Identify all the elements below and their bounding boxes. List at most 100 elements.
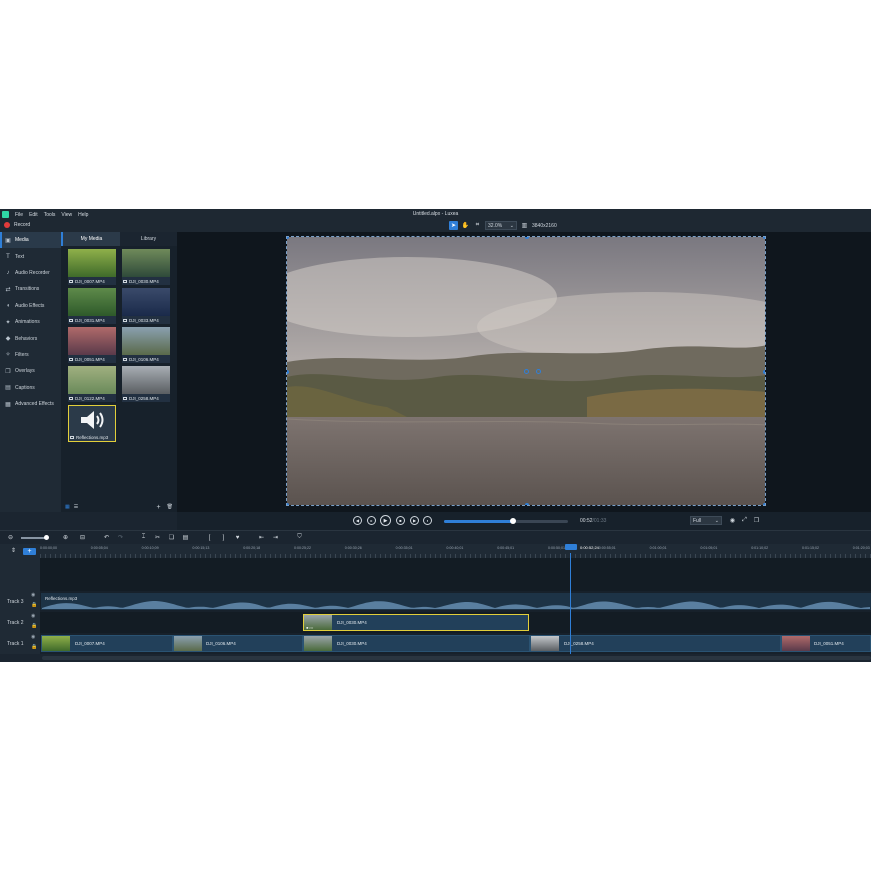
media-item-video[interactable]: DJI_0007.MP4: [68, 249, 116, 286]
sidebar-item-audio-recorder[interactable]: ♪ Audio Recorder: [0, 265, 61, 281]
menu-file[interactable]: File: [15, 212, 23, 218]
sidebar-item-captions[interactable]: ▤ Captions: [0, 380, 61, 396]
step-back-icon[interactable]: ▸: [367, 516, 376, 525]
keyframe-icons[interactable]: ●○○: [306, 625, 313, 630]
eye-icon[interactable]: ◉: [31, 613, 35, 619]
sidebar-item-filters[interactable]: ✧ Filters: [0, 347, 61, 363]
snapshot-icon[interactable]: ◉: [728, 516, 737, 525]
resize-handle-tr[interactable]: [763, 237, 765, 239]
detach-preview-icon[interactable]: ❐: [752, 516, 761, 525]
menu-tools[interactable]: Tools: [44, 212, 56, 218]
video-clip-selected[interactable]: DJI_0030.MP4 ●○○: [303, 614, 529, 631]
undo-icon[interactable]: ↶: [102, 533, 111, 542]
sidebar-item-media[interactable]: ▣ Media: [0, 232, 61, 249]
menu-edit[interactable]: Edit: [29, 212, 38, 218]
fullscreen-icon[interactable]: ⤢: [740, 516, 749, 525]
video-clip[interactable]: DJI_0051.MP4: [781, 635, 871, 652]
resize-handle-bl[interactable]: [287, 503, 289, 505]
tab-library[interactable]: Library: [120, 232, 177, 246]
media-thumbnail: [68, 288, 116, 316]
eye-icon[interactable]: ◉: [31, 592, 35, 598]
paste-icon[interactable]: ▤: [181, 533, 190, 542]
scrollbar-thumb[interactable]: [42, 656, 871, 660]
record-button[interactable]: Record: [4, 222, 30, 228]
select-tool-icon[interactable]: ➤: [449, 221, 458, 230]
timeline-ruler[interactable]: ⇕ + 0:00:52;24 0:00:00;00 0:00:05;04 0:00:…: [0, 544, 871, 558]
list-view-icon[interactable]: ☰: [74, 504, 78, 510]
media-item-video[interactable]: DJI_0033.MP4: [122, 288, 170, 325]
video-clip[interactable]: DJI_0007.MP4: [41, 635, 173, 652]
playback-progress[interactable]: [444, 518, 568, 524]
magnet-icon[interactable]: ⇕: [9, 546, 18, 555]
zoom-in-icon[interactable]: ⊕: [61, 533, 70, 542]
media-item-video[interactable]: DJI_0258.MP4: [122, 366, 170, 403]
next-frame-icon[interactable]: ▶: [410, 516, 419, 525]
menu-help[interactable]: Help: [78, 212, 88, 218]
canvas-zoom-select[interactable]: 32.0% ⌄: [485, 221, 517, 230]
media-item-video[interactable]: DJI_0051.MP4: [68, 327, 116, 364]
mark-out-icon[interactable]: ]: [219, 533, 228, 542]
play-button-icon[interactable]: ▶: [380, 515, 391, 526]
volume-icon[interactable]: ◖: [423, 516, 432, 525]
media-item-audio[interactable]: Reflections.mp3: [68, 405, 116, 442]
hand-tool-icon[interactable]: ✋: [461, 221, 470, 230]
timeline-zoom-slider[interactable]: [21, 535, 49, 540]
sidebar-item-transitions[interactable]: ⇄ Transitions: [0, 281, 61, 297]
lock-icon[interactable]: 🔒: [31, 644, 37, 650]
audio-clip[interactable]: Reflections.mp3: [41, 593, 871, 610]
sidebar-item-text[interactable]: T Text: [0, 248, 61, 264]
add-track-button[interactable]: +: [23, 548, 36, 555]
resize-handle-r[interactable]: [763, 370, 765, 374]
media-item-video[interactable]: DJI_0030.MP4: [122, 249, 170, 286]
crop-tool-icon[interactable]: ⌗: [473, 221, 482, 230]
split-icon[interactable]: ⌶: [139, 533, 148, 542]
rotate-handle-icon[interactable]: [536, 369, 541, 374]
timeline-zoom-knob[interactable]: [44, 535, 49, 540]
prev-frame-icon[interactable]: ◀: [353, 516, 362, 525]
sidebar-item-overlays[interactable]: ❐ Overlays: [0, 363, 61, 379]
tab-my-media[interactable]: My Media: [61, 232, 120, 246]
favorite-icon[interactable]: ♥: [233, 533, 242, 542]
media-item-video[interactable]: DJI_0106.MP4: [122, 327, 170, 364]
video-clip[interactable]: DJI_0258.MP4: [530, 635, 781, 652]
resize-handle-br[interactable]: [763, 503, 765, 505]
wand-icon: ✦: [5, 319, 11, 326]
media-item-video[interactable]: DJI_0031.MP4: [68, 288, 116, 325]
sidebar-item-animations[interactable]: ✦ Animations: [0, 314, 61, 330]
anchor-point-icon[interactable]: [524, 369, 529, 374]
fit-timeline-icon[interactable]: ⊟: [78, 533, 87, 542]
mark-in-icon[interactable]: [: [205, 533, 214, 542]
preview-quality-select[interactable]: Full ⌄: [690, 516, 722, 525]
playhead-line[interactable]: [570, 553, 571, 662]
video-clip[interactable]: DJI_0030.MP4: [303, 635, 530, 652]
resize-handle-b[interactable]: [525, 503, 529, 505]
redo-icon[interactable]: ↷: [116, 533, 125, 542]
media-item-caption: DJI_0030.MP4: [122, 277, 170, 285]
timeline-scrollbar[interactable]: [40, 654, 871, 662]
sidebar-item-label: Transitions: [15, 286, 40, 293]
stop-icon[interactable]: ■: [396, 516, 405, 525]
sidebar-item-audio-effects[interactable]: ◖ Audio Effects: [0, 298, 61, 314]
ruler-tick-label: 0:00:15;13: [192, 546, 210, 550]
copy-icon[interactable]: ❏: [167, 533, 176, 542]
eye-icon[interactable]: ◉: [31, 634, 35, 640]
go-to-start-icon[interactable]: ⇤: [257, 533, 266, 542]
grid-view-icon[interactable]: ▦: [65, 504, 70, 510]
lock-icon[interactable]: 🔒: [31, 602, 37, 608]
canvas-size-icon[interactable]: ▥: [520, 221, 529, 230]
go-to-end-icon[interactable]: ⇥: [271, 533, 280, 542]
lock-icon[interactable]: 🔒: [31, 623, 37, 629]
marker-icon[interactable]: ⛉: [295, 533, 304, 542]
media-item-video[interactable]: DJI_0122.MP4: [68, 366, 116, 403]
menu-view[interactable]: View: [61, 212, 72, 218]
cut-icon[interactable]: ✂: [153, 533, 162, 542]
sidebar-item-behaviors[interactable]: ◆ Behaviors: [0, 330, 61, 346]
video-preview-frame[interactable]: [286, 236, 766, 506]
import-media-icon[interactable]: +: [157, 504, 161, 511]
progress-knob[interactable]: [510, 518, 517, 524]
sidebar-item-advanced-effects[interactable]: ▦ Advanced Effects: [0, 396, 61, 412]
playhead-handle[interactable]: [565, 544, 577, 550]
delete-media-icon[interactable]: 🗑: [167, 504, 173, 510]
video-clip[interactable]: DJI_0106.MP4: [173, 635, 303, 652]
zoom-out-icon[interactable]: ⊖: [6, 533, 15, 542]
